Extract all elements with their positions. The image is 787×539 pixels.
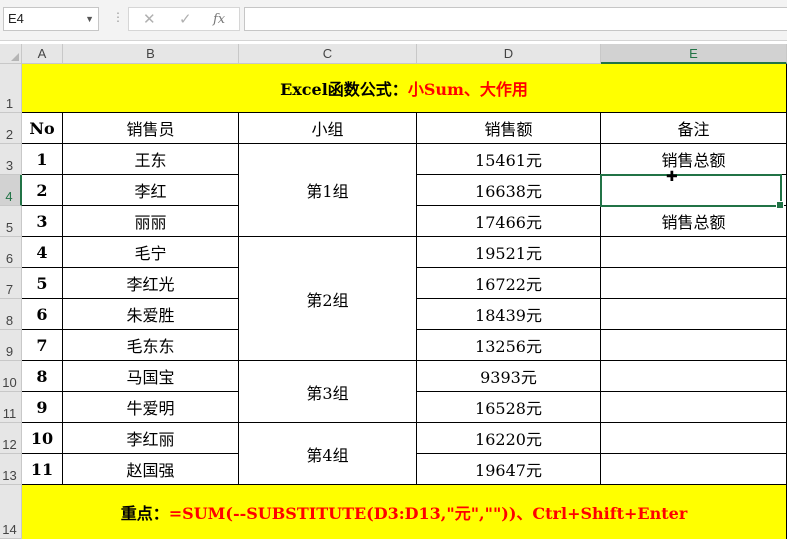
cell-note[interactable]	[601, 392, 787, 423]
enter-icon[interactable]: ✓	[179, 10, 192, 28]
cell-no[interactable]: 6	[22, 299, 63, 330]
cell-sales[interactable]: 16528元	[417, 392, 601, 423]
active-cell-selection	[600, 174, 784, 209]
row-header-8[interactable]: 8	[0, 299, 22, 330]
cell-salesperson[interactable]: 丽丽	[63, 206, 239, 237]
cell-note[interactable]	[601, 237, 787, 268]
row-header-11[interactable]: 11	[0, 392, 22, 423]
cell-group[interactable]: 第4组	[239, 423, 417, 485]
cell-salesperson[interactable]: 李红	[63, 175, 239, 206]
title-cell[interactable]: Excel函数公式： 小Sum、大作用	[22, 64, 787, 113]
formula-buttons: ✕ ✓ fx	[128, 7, 240, 31]
cell-salesperson[interactable]: 赵国强	[63, 454, 239, 485]
cell-sales[interactable]: 13256元	[417, 330, 601, 361]
cell-sales[interactable]: 16638元	[417, 175, 601, 206]
cell-note[interactable]: 销售总额	[601, 144, 787, 175]
formula-input[interactable]	[244, 7, 787, 31]
cancel-icon[interactable]: ✕	[143, 10, 156, 28]
cell-salesperson[interactable]: 朱爱胜	[63, 299, 239, 330]
header-group[interactable]: 小组	[239, 113, 417, 144]
cell-no[interactable]: 5	[22, 268, 63, 299]
row-header-7[interactable]: 7	[0, 268, 22, 299]
cell-sales[interactable]: 18439元	[417, 299, 601, 330]
select-all-corner[interactable]	[0, 44, 22, 64]
cell-sales[interactable]: 16220元	[417, 423, 601, 454]
cell-note[interactable]	[601, 268, 787, 299]
row-header-14[interactable]: 14	[0, 485, 22, 539]
header-no[interactable]: No	[22, 113, 63, 144]
row-header-10[interactable]: 10	[0, 361, 22, 392]
row-header-3[interactable]: 3	[0, 144, 22, 175]
header-salesperson[interactable]: 销售员	[63, 113, 239, 144]
cell-sales[interactable]: 17466元	[417, 206, 601, 237]
cell-note[interactable]	[601, 330, 787, 361]
cell-group[interactable]: 第1组	[239, 144, 417, 237]
row-header-4[interactable]: 4	[0, 175, 22, 206]
row-header-2[interactable]: 2	[0, 113, 22, 144]
cell-no[interactable]: 11	[22, 454, 63, 485]
name-box-value: E4	[8, 11, 24, 26]
footer-label: 重点：	[120, 504, 169, 523]
cell-no[interactable]: 4	[22, 237, 63, 268]
cell-salesperson[interactable]: 王东	[63, 144, 239, 175]
chevron-down-icon[interactable]: ▼	[85, 8, 94, 30]
cell-sales[interactable]: 9393元	[417, 361, 601, 392]
footer-formula: =SUM(--SUBSTITUTE(D3:D13,"元",""))、Ctrl+S…	[168, 504, 688, 523]
drag-handle-icon[interactable]: ⋮	[112, 10, 124, 24]
column-header-e[interactable]: E	[601, 44, 787, 64]
cell-sales[interactable]: 19647元	[417, 454, 601, 485]
header-sales[interactable]: 销售额	[417, 113, 601, 144]
cell-no[interactable]: 3	[22, 206, 63, 237]
column-header-a[interactable]: A	[22, 44, 63, 64]
cell-salesperson[interactable]: 毛宁	[63, 237, 239, 268]
header-note[interactable]: 备注	[601, 113, 787, 144]
fx-icon[interactable]: fx	[213, 12, 225, 27]
cell-salesperson[interactable]: 马国宝	[63, 361, 239, 392]
cell-note[interactable]	[601, 361, 787, 392]
cell-no[interactable]: 1	[22, 144, 63, 175]
title-highlight: 小Sum、大作用	[407, 80, 528, 99]
row-header-6[interactable]: 6	[0, 237, 22, 268]
cell-sales[interactable]: 15461元	[417, 144, 601, 175]
cell-no[interactable]: 9	[22, 392, 63, 423]
footer-cell[interactable]: 重点： =SUM(--SUBSTITUTE(D3:D13,"元",""))、Ctr…	[22, 485, 787, 539]
title-text: Excel函数公式：	[280, 80, 408, 99]
row-header-12[interactable]: 12	[0, 423, 22, 454]
cell-salesperson[interactable]: 毛东东	[63, 330, 239, 361]
cell-group[interactable]: 第2组	[239, 237, 417, 361]
cell-sales[interactable]: 16722元	[417, 268, 601, 299]
column-header-c[interactable]: C	[239, 44, 417, 64]
formula-bar: E4 ▼ ⋮ ✕ ✓ fx	[0, 0, 787, 41]
name-box[interactable]: E4 ▼	[3, 7, 99, 31]
cell-no[interactable]: 2	[22, 175, 63, 206]
row-header-9[interactable]: 9	[0, 330, 22, 361]
row-header-5[interactable]: 5	[0, 206, 22, 237]
row-header-13[interactable]: 13	[0, 454, 22, 485]
column-header-d[interactable]: D	[417, 44, 601, 64]
cell-note[interactable]: 销售总额	[601, 206, 787, 237]
row-header-1[interactable]: 1	[0, 64, 22, 113]
cell-note[interactable]	[601, 454, 787, 485]
cell-no[interactable]: 7	[22, 330, 63, 361]
cell-no[interactable]: 8	[22, 361, 63, 392]
cell-group[interactable]: 第3组	[239, 361, 417, 423]
cell-note[interactable]	[601, 423, 787, 454]
cell-salesperson[interactable]: 李红丽	[63, 423, 239, 454]
cell-sales[interactable]: 19521元	[417, 237, 601, 268]
cell-no[interactable]: 10	[22, 423, 63, 454]
cell-salesperson[interactable]: 牛爱明	[63, 392, 239, 423]
column-header-b[interactable]: B	[63, 44, 239, 64]
cell-cursor-icon: ✚	[666, 168, 678, 184]
cell-salesperson[interactable]: 李红光	[63, 268, 239, 299]
cell-note[interactable]	[601, 299, 787, 330]
